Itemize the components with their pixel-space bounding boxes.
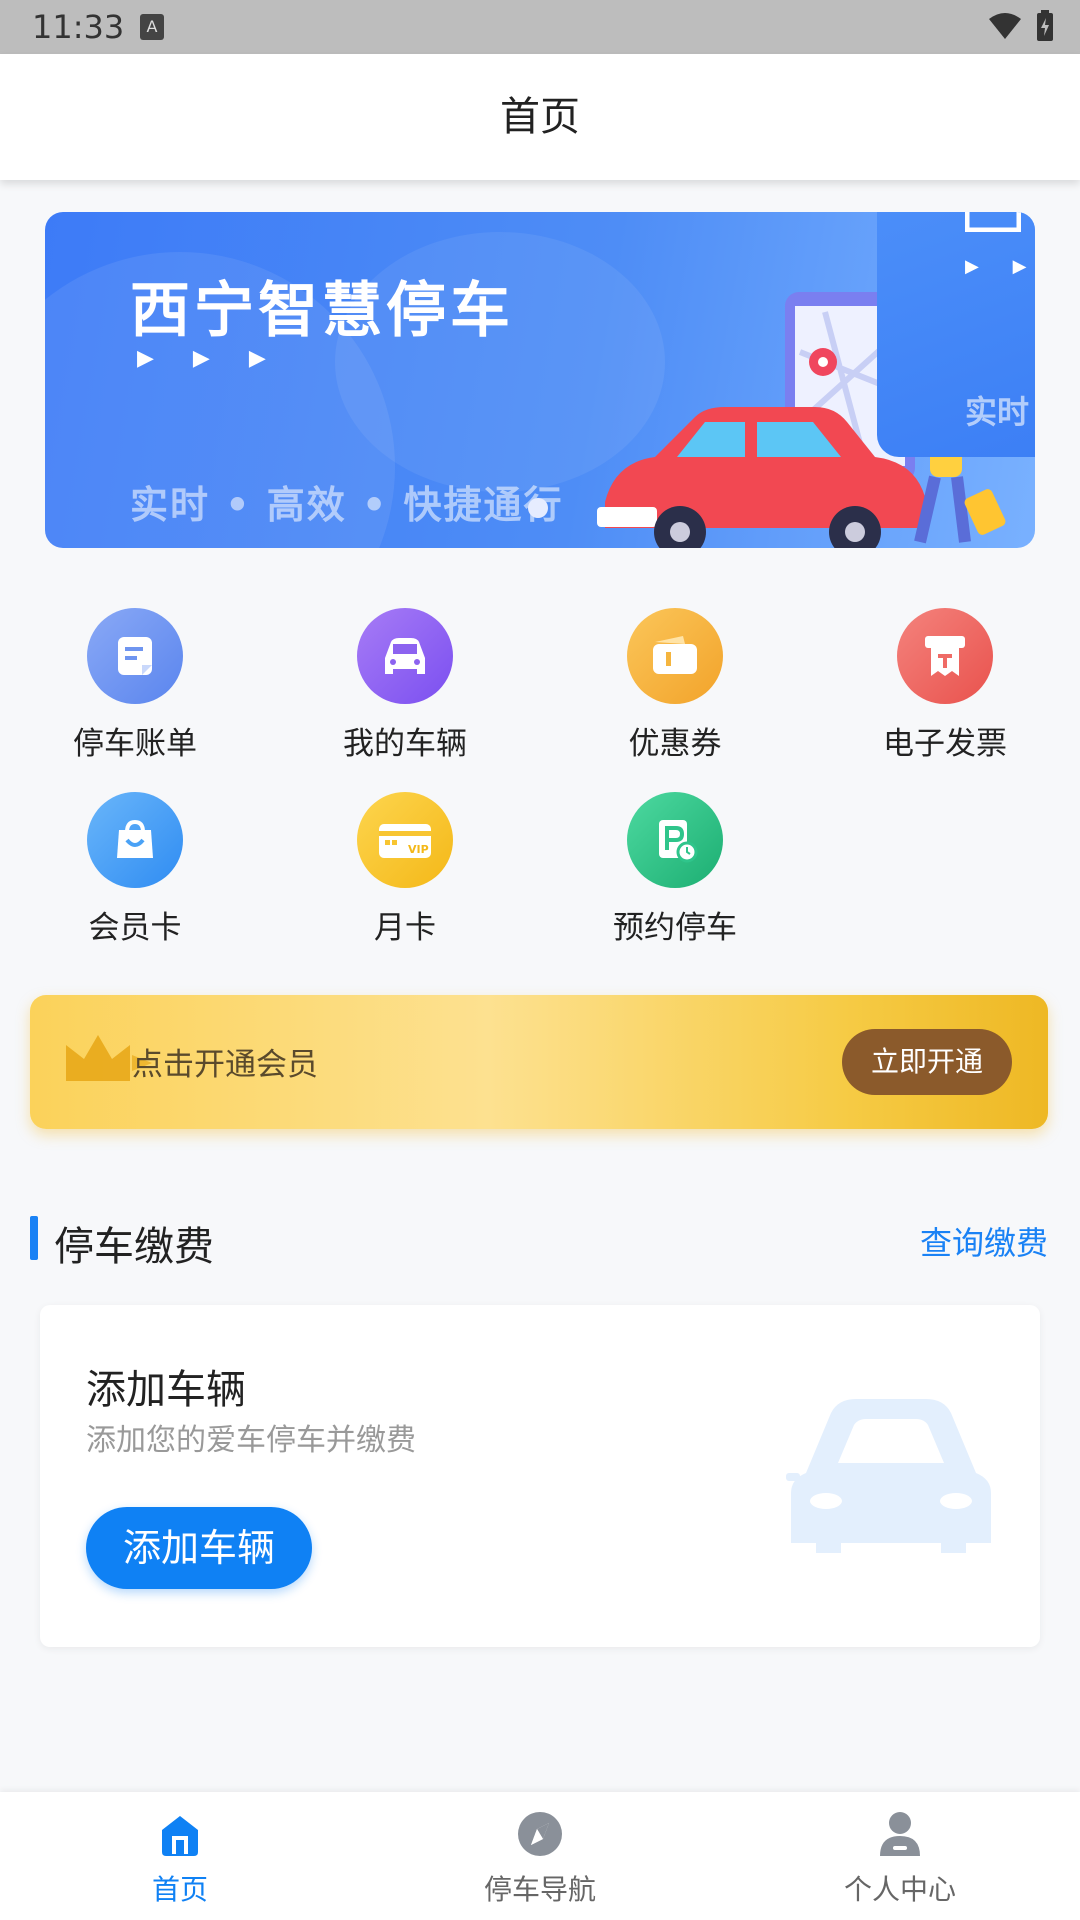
bill-icon [87, 608, 183, 704]
bottom-nav: 首页 停车导航 个人中心 [0, 1792, 1080, 1920]
grid-label: 月卡 [374, 910, 436, 946]
profile-icon [880, 1812, 920, 1856]
activate-now-button[interactable]: 立即开通 [842, 1029, 1012, 1095]
nav-item-parking-navigation[interactable]: 停车导航 [360, 1792, 720, 1920]
page-title: 首页 [500, 94, 580, 140]
carousel-indicator[interactable] [528, 498, 548, 518]
svg-text:VIP: VIP [408, 843, 429, 856]
notification-a-icon: A [140, 14, 164, 40]
image-icon [965, 212, 1021, 232]
grid-label: 我的车辆 [343, 726, 467, 762]
reserve-parking-icon [627, 792, 723, 888]
nav-label: 停车导航 [483, 1873, 596, 1906]
member-card-icon [87, 792, 183, 888]
grid-item-reserve-parking[interactable]: 预约停车 [575, 792, 775, 947]
invoice-icon [897, 608, 993, 704]
grid-label: 预约停车 [613, 910, 737, 946]
add-vehicle-title: 添加车辆 [86, 1367, 246, 1413]
add-vehicle-button[interactable]: 添加车辆 [86, 1507, 312, 1589]
status-icons [988, 10, 1054, 42]
banner-title: 西宁智慧停车 [130, 276, 514, 346]
nav-item-profile[interactable]: 个人中心 [720, 1792, 1080, 1920]
car-icon [357, 608, 453, 704]
battery-icon [1037, 10, 1053, 41]
vip-card-icon: VIP [357, 792, 453, 888]
wifi-icon [989, 13, 1021, 39]
home-icon [162, 1816, 198, 1856]
nav-label: 首页 [151, 1873, 208, 1906]
grid-item-e-invoice[interactable]: 电子发票 [845, 608, 1045, 763]
grid-label: 会员卡 [88, 910, 182, 946]
promo-banner[interactable]: 西宁智慧停车 ▶ ▶ ▶ 实时 • 高效 • 快捷通行 ▶ ▶ 实时 [45, 212, 1035, 548]
nav-label: 个人中心 [843, 1873, 956, 1906]
next-slide-arrows: ▶ ▶ [965, 256, 1035, 277]
title-bar: 首页 [0, 54, 1080, 180]
grid-label: 电子发票 [883, 726, 1007, 762]
query-payment-link[interactable]: 查询缴费 [920, 1218, 1048, 1264]
compass-icon [518, 1812, 562, 1856]
car-placeholder-icon [786, 1399, 991, 1553]
grid-label: 优惠券 [628, 726, 722, 762]
grid-item-member-card[interactable]: 会员卡 [35, 792, 235, 947]
grid-item-my-vehicles[interactable]: 我的车辆 [305, 608, 505, 763]
grid-item-parking-bill[interactable]: 停车账单 [35, 608, 235, 763]
grid-item-coupons[interactable]: 优惠券 [575, 608, 775, 763]
add-vehicle-subtitle: 添加您的爱车停车并缴费 [86, 1423, 416, 1458]
status-time: 11:33 [32, 8, 125, 46]
banner-arrows: ▶ ▶ ▶ [137, 346, 282, 371]
banner-subtitle: 实时 • 高效 • 快捷通行 [130, 483, 564, 527]
grid-item-monthly-card[interactable]: VIP 月卡 [305, 792, 505, 947]
grid-label: 停车账单 [73, 726, 197, 762]
section-accent-bar [30, 1216, 38, 1260]
add-vehicle-card: 添加车辆 添加您的爱车停车并缴费 添加车辆 [40, 1305, 1040, 1647]
nav-item-home[interactable]: 首页 [0, 1792, 360, 1920]
next-slide-text: 实时 [965, 393, 1030, 431]
coupon-icon [627, 608, 723, 704]
membership-text: 点击开通会员 [132, 1047, 318, 1083]
banner-next-slide[interactable]: ▶ ▶ 实时 [877, 212, 1035, 457]
status-bar: 11:33 A [0, 0, 1080, 54]
membership-banner[interactable]: 点击开通会员 立即开通 [30, 995, 1048, 1129]
section-title: 停车缴费 [54, 1224, 214, 1270]
